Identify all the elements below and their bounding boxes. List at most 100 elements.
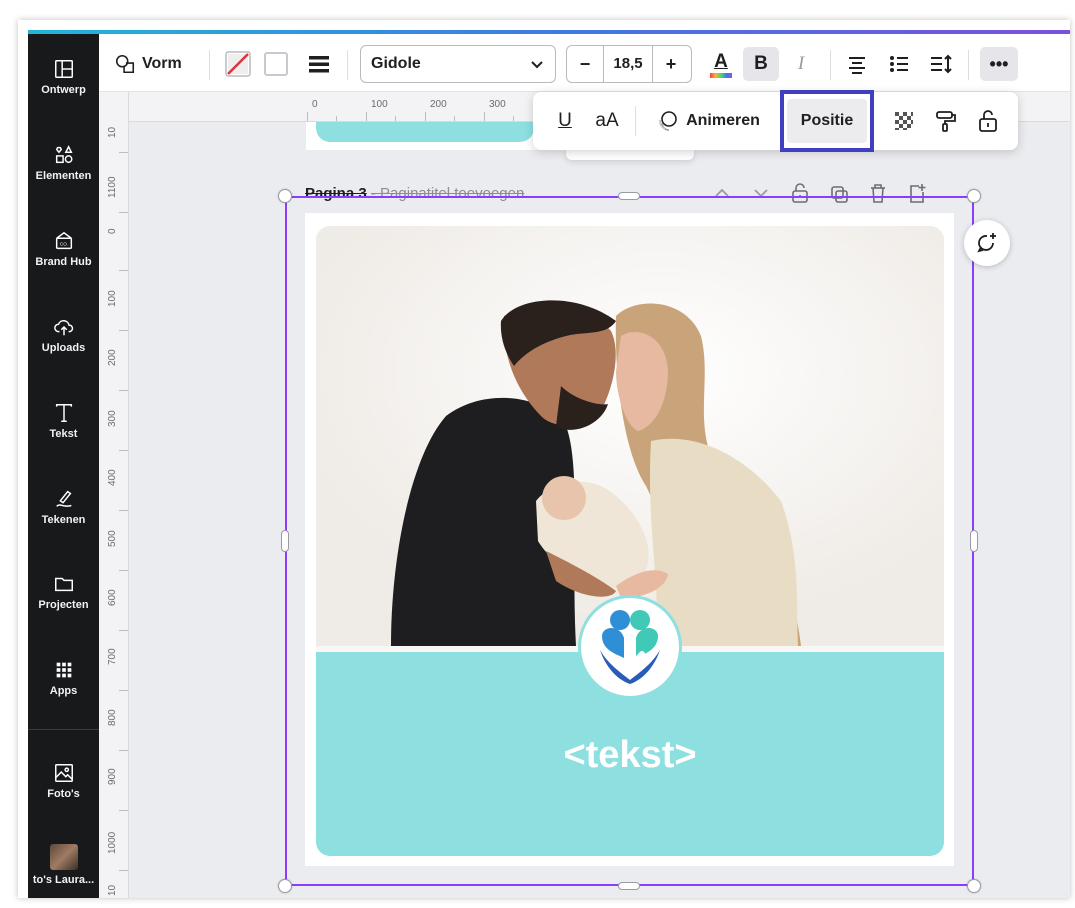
bold-button[interactable]: B (743, 47, 779, 81)
sidebar-item-label: Foto's (47, 788, 80, 800)
sidebar-item-tekenen[interactable]: Tekenen (28, 482, 99, 552)
resize-handle-bottom[interactable] (618, 882, 640, 890)
ruler-label: 300 (489, 99, 506, 110)
font-family-select[interactable]: Gidole (360, 45, 556, 83)
ruler-tick (119, 870, 128, 871)
resize-handle-top-left[interactable] (278, 189, 292, 203)
brand-hub-icon: CO. (55, 231, 72, 250)
animate-button[interactable]: Animeren (649, 92, 767, 150)
border-color-icon (264, 52, 288, 76)
svg-text:CO.: CO. (59, 242, 67, 247)
sidebar-item-projecten[interactable]: Projecten (28, 567, 99, 637)
ruler-tick (119, 450, 128, 451)
text-icon (55, 404, 72, 422)
ruler-tick (307, 112, 308, 121)
line-spacing-icon (931, 54, 952, 74)
ruler-label: 1000 (107, 831, 118, 854)
shape-button[interactable]: Vorm (114, 50, 182, 78)
draw-icon (55, 490, 72, 507)
ruler-label: 100 (107, 290, 118, 307)
shapes-icon (55, 145, 73, 164)
ruler-label: 0 (312, 99, 318, 110)
ruler-tick (366, 112, 367, 121)
underline-button[interactable]: U (553, 92, 577, 150)
resize-handle-top-right[interactable] (967, 189, 981, 203)
ruler-label: 800 (107, 709, 118, 726)
ruler-tick (119, 630, 128, 631)
toolbar-divider (968, 50, 969, 80)
sidebar-item-uploads[interactable]: Uploads (28, 310, 99, 380)
sidebar-item-label: Projecten (38, 599, 89, 611)
sidebar-item-label: Brand Hub (35, 256, 92, 268)
ruler-label: 100 (371, 99, 388, 110)
ruler-tick (119, 690, 128, 691)
ruler-label: 700 (107, 648, 118, 665)
sidebar-item-tekst[interactable]: Tekst (28, 396, 99, 466)
copy-style-button[interactable] (931, 92, 961, 150)
popover-divider (635, 106, 636, 136)
align-center-button[interactable] (843, 49, 871, 79)
ruler-tick (119, 570, 128, 571)
font-size-input[interactable]: 18,5 (603, 46, 653, 82)
chevron-down-icon (531, 61, 543, 69)
ruler-tick (119, 390, 128, 391)
position-label: Positie (787, 99, 867, 143)
sidebar-item-elementen[interactable]: Elementen (28, 138, 99, 208)
ruler-tick (119, 152, 128, 153)
lock-button[interactable] (973, 92, 1003, 150)
transparency-button[interactable] (889, 92, 919, 150)
resize-handle-bottom-right[interactable] (967, 879, 981, 893)
paint-roller-icon (936, 111, 956, 132)
ruler-tick (119, 212, 128, 213)
ruler-label: 500 (107, 530, 118, 547)
text-color-letter: A (714, 51, 728, 72)
increase-font-size-button[interactable]: + (653, 54, 689, 75)
photo-thumbnail (49, 844, 78, 870)
resize-handle-right[interactable] (970, 530, 978, 552)
font-size-stepper: − 18,5 + (566, 45, 692, 83)
border-style-button[interactable] (305, 49, 333, 79)
transparency-icon (895, 112, 913, 130)
vertical-ruler: 10 1100 0 100 200 300 400 500 600 700 80… (99, 92, 129, 898)
selection-outline (285, 196, 974, 886)
ruler-label: 1100 (107, 176, 118, 198)
toolbar-divider (347, 50, 348, 80)
italic-button[interactable]: I (787, 47, 815, 81)
position-button[interactable]: Positie (780, 90, 874, 152)
border-color-button[interactable] (262, 49, 290, 79)
resize-handle-top[interactable] (618, 192, 640, 200)
border-style-icon (309, 56, 329, 73)
sidebar-item-apps[interactable]: Apps (28, 653, 99, 723)
sidebar-divider (28, 729, 99, 730)
more-options-button[interactable]: ••• (980, 47, 1018, 81)
letter-case-button[interactable]: aA (589, 92, 625, 150)
photos-icon (54, 764, 73, 782)
sidebar-item-fotos[interactable]: Foto's (28, 756, 99, 826)
line-spacing-button[interactable] (926, 49, 956, 79)
list-button[interactable] (885, 49, 913, 79)
ruler-label: 200 (107, 349, 118, 366)
resize-handle-left[interactable] (281, 530, 289, 552)
animate-label: Animeren (686, 112, 760, 129)
magic-switch-button[interactable] (964, 220, 1010, 266)
sidebar-item-fotos-laura[interactable]: to's Laura... (28, 838, 99, 908)
ruler-tick (425, 112, 426, 121)
text-color-button[interactable]: A (706, 47, 736, 83)
no-fill-icon (225, 51, 251, 77)
sidebar-item-label: Uploads (41, 342, 86, 354)
ruler-label: 10 (107, 126, 118, 138)
align-center-icon (849, 57, 865, 74)
layout-icon (54, 60, 73, 78)
bullet-list-icon (890, 56, 908, 72)
text-color-swatch (710, 73, 732, 78)
fill-color-button[interactable] (224, 49, 252, 79)
sidebar-item-ontwerp[interactable]: Ontwerp (28, 52, 99, 122)
toolbar-divider (830, 50, 831, 80)
ruler-label: 900 (107, 768, 118, 785)
more-options-popover: U aA Animeren (533, 92, 1018, 150)
resize-handle-bottom-left[interactable] (278, 879, 292, 893)
sidebar-item-brand-hub[interactable]: CO. Brand Hub (28, 224, 99, 294)
decrease-font-size-button[interactable]: − (567, 54, 603, 75)
sidebar-item-label: Elementen (35, 170, 92, 182)
ruler-tick (119, 810, 128, 811)
